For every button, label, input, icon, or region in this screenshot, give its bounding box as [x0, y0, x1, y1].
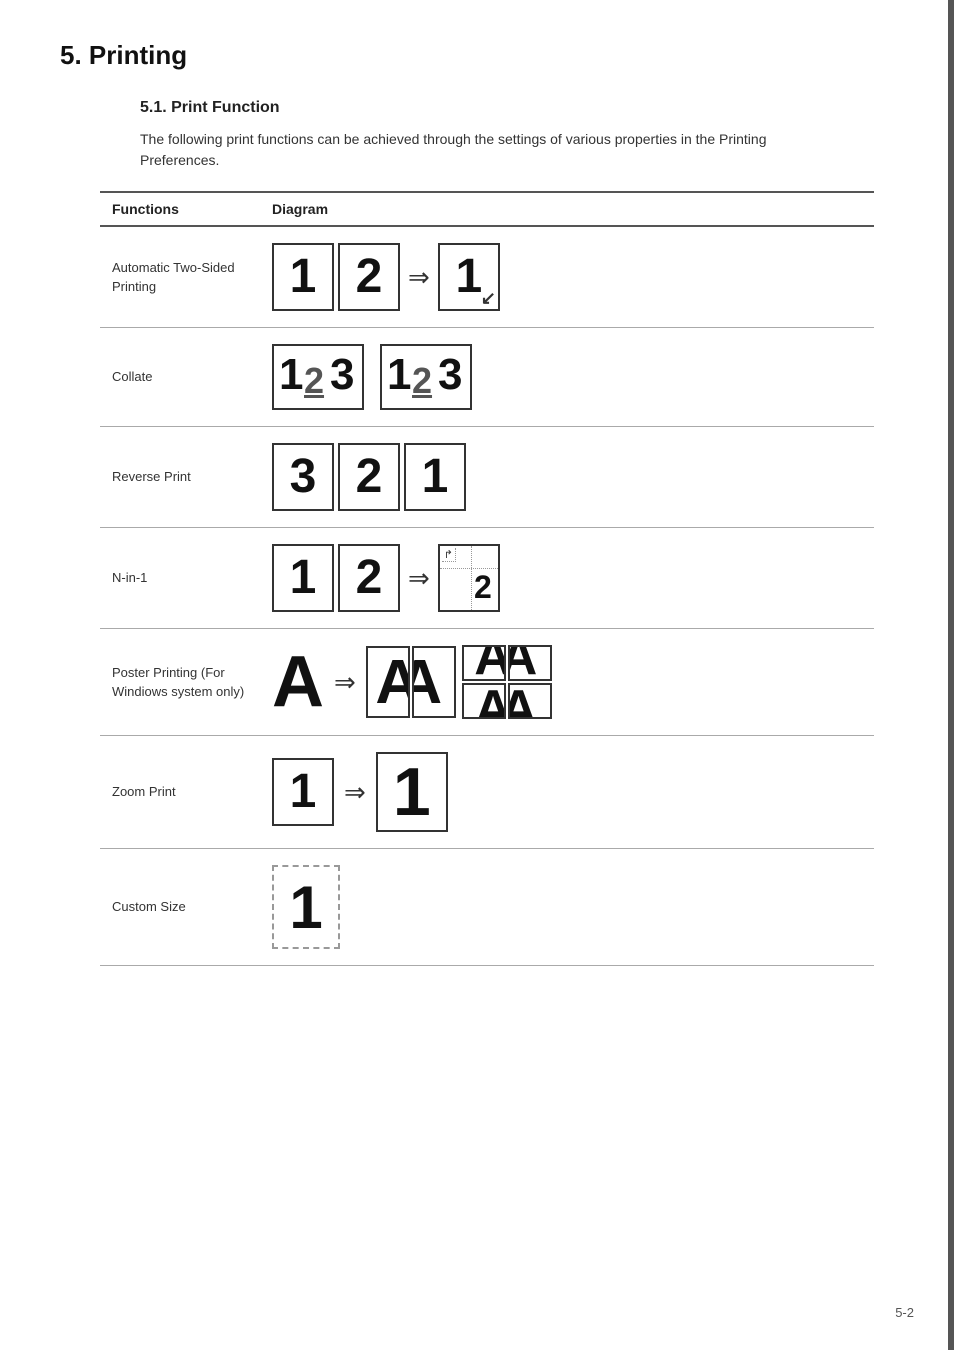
reverse-diagram: 3 2 1 [272, 443, 862, 511]
diagram-cell: A ⇒ A A [260, 629, 874, 736]
twosided-result: 1 ↙ [438, 243, 500, 311]
arrow-icon: ⇒ [344, 777, 366, 808]
diagram-cell: 1 [260, 849, 874, 966]
poster-quad-tr: A [508, 645, 552, 681]
table-row: N-in-1 1 2 ⇒ ↱ 2 [100, 528, 874, 629]
nin1-box-1: 1 [272, 544, 334, 612]
section-title: 5.1. Print Function [140, 99, 874, 117]
function-label: Poster Printing (For Windiows system onl… [100, 629, 260, 736]
nin1-box-2: 2 [338, 544, 400, 612]
zoom-box-small: 1 [272, 758, 334, 826]
table-row: Reverse Print 3 2 1 [100, 427, 874, 528]
function-label: Reverse Print [100, 427, 260, 528]
collate-box-2: 1 2 3 [380, 344, 472, 410]
col-header-functions: Functions [100, 192, 260, 226]
table-row: Zoom Print 1 ⇒ 1 [100, 736, 874, 849]
zoom-box-large: 1 [376, 752, 448, 832]
function-label: Collate [100, 328, 260, 427]
col-header-diagram: Diagram [260, 192, 874, 226]
poster-A: A [272, 646, 324, 718]
diagram-cell: 1 2 ⇒ ↱ 2 [260, 528, 874, 629]
reverse-box-1: 1 [404, 443, 466, 511]
zoom-diagram: 1 ⇒ 1 [272, 752, 862, 832]
diagram-cell: 1 2 3 1 2 3 [260, 328, 874, 427]
collate-diagram: 1 2 3 1 2 3 [272, 344, 862, 410]
function-label: Automatic Two-Sided Printing [100, 226, 260, 328]
diagram-cell: 1 2 ⇒ 1 ↙ [260, 226, 874, 328]
intro-text: The following print functions can be ach… [140, 129, 820, 171]
function-label: Zoom Print [100, 736, 260, 849]
poster-split-2: A A [366, 646, 456, 718]
nin1-result-box: ↱ 2 [438, 544, 500, 612]
table-row: Custom Size 1 [100, 849, 874, 966]
poster-quad-tl: A [462, 645, 506, 681]
diagram-cell: 3 2 1 [260, 427, 874, 528]
poster-split-4: A A A A [462, 645, 552, 719]
page-number: 5-2 [895, 1305, 914, 1320]
poster-quad-bl: A [462, 683, 506, 719]
poster-quad-br: A [508, 683, 552, 719]
table-row: Collate 1 2 3 1 2 3 [100, 328, 874, 427]
reverse-box-2: 2 [338, 443, 400, 511]
twosided-box-1: 1 [272, 243, 334, 311]
arrow-icon: ⇒ [408, 262, 430, 293]
twosided-diagram: 1 2 ⇒ 1 ↙ [272, 243, 862, 311]
function-label: N-in-1 [100, 528, 260, 629]
custom-diagram: 1 [272, 865, 862, 949]
side-accent-bar [948, 0, 954, 1350]
poster-diagram: A ⇒ A A [272, 645, 862, 719]
arrow-icon: ⇒ [334, 667, 356, 698]
table-row: Automatic Two-Sided Printing 1 2 ⇒ 1 ↙ [100, 226, 874, 328]
diagram-cell: 1 ⇒ 1 [260, 736, 874, 849]
poster-cell-right: A [412, 646, 456, 718]
poster-cell-left: A [366, 646, 410, 718]
function-label: Custom Size [100, 849, 260, 966]
functions-table: Functions Diagram Automatic Two-Sided Pr… [100, 191, 874, 966]
nin1-corner-indicator: ↱ [442, 548, 456, 562]
collate-box-1: 1 2 3 [272, 344, 364, 410]
reverse-box-3: 3 [272, 443, 334, 511]
arrow-icon: ⇒ [408, 563, 430, 594]
twosided-box-2: 2 [338, 243, 400, 311]
table-row: Poster Printing (For Windiows system onl… [100, 629, 874, 736]
nin1-diagram: 1 2 ⇒ ↱ 2 [272, 544, 862, 612]
custom-size-box: 1 [272, 865, 340, 949]
chapter-title: 5. Printing [60, 40, 894, 71]
